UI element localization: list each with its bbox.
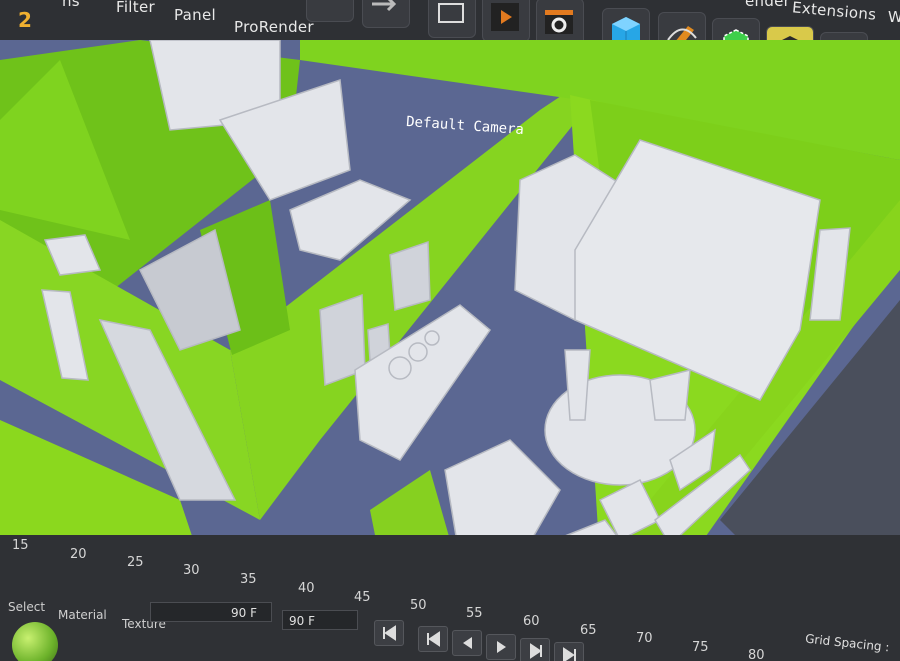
next-frame-button[interactable] <box>520 638 550 661</box>
ruler-tick-label: 65 <box>580 623 597 638</box>
ruler-tick-label: 80 <box>748 648 765 661</box>
material-preview-thumbnail[interactable] <box>12 622 58 661</box>
timeline-panel <box>0 535 900 661</box>
ruler-tick-label: 30 <box>183 563 200 578</box>
ruler-tick-label: 50 <box>410 598 427 613</box>
record-button[interactable] <box>306 0 354 22</box>
render-view-button[interactable] <box>428 0 476 38</box>
next-frame-icon <box>530 643 542 659</box>
skip-start-icon <box>383 625 396 641</box>
end-frame-field[interactable]: 90 F <box>150 602 272 622</box>
ruler-tick-label: 55 <box>466 606 483 621</box>
tab-select[interactable]: Select <box>8 600 45 614</box>
ruler-tick-label: 25 <box>127 555 144 570</box>
play-button[interactable] <box>486 634 516 660</box>
goto-end-button[interactable] <box>554 642 584 661</box>
goto-start-button[interactable] <box>374 620 404 646</box>
ruler-tick-label: 45 <box>354 590 371 605</box>
play-forward-icon <box>497 641 506 653</box>
render-view-icon <box>438 3 464 23</box>
settings-clapper-icon <box>545 10 573 34</box>
ruler-tick-label: 35 <box>240 572 257 587</box>
tab-material[interactable]: Material <box>58 608 107 622</box>
ruler-tick-label: 60 <box>523 614 540 629</box>
prev-frame-button[interactable] <box>452 630 482 656</box>
keyframe-button[interactable] <box>362 0 410 28</box>
ruler-tick-label: 20 <box>70 547 87 562</box>
cinema4d-window: 2 ns Filter Panel ProRender ender Extens… <box>0 0 900 661</box>
prev-frame-icon <box>463 637 472 649</box>
prev-key-icon <box>427 631 440 647</box>
play-icon <box>491 3 519 31</box>
ruler-tick-label: 75 <box>692 640 709 655</box>
render-button[interactable] <box>482 0 530 42</box>
arrow-icon <box>372 0 397 12</box>
3d-viewport[interactable]: Default Camera <box>0 40 900 560</box>
skip-end-icon <box>563 647 576 661</box>
current-frame-field[interactable]: 90 F <box>282 610 358 630</box>
ruler-tick-label: 70 <box>636 631 653 646</box>
ruler-tick-label: 15 <box>12 538 29 553</box>
ruler-tick-label: 40 <box>298 581 315 596</box>
prev-keyframe-button[interactable] <box>418 626 448 652</box>
